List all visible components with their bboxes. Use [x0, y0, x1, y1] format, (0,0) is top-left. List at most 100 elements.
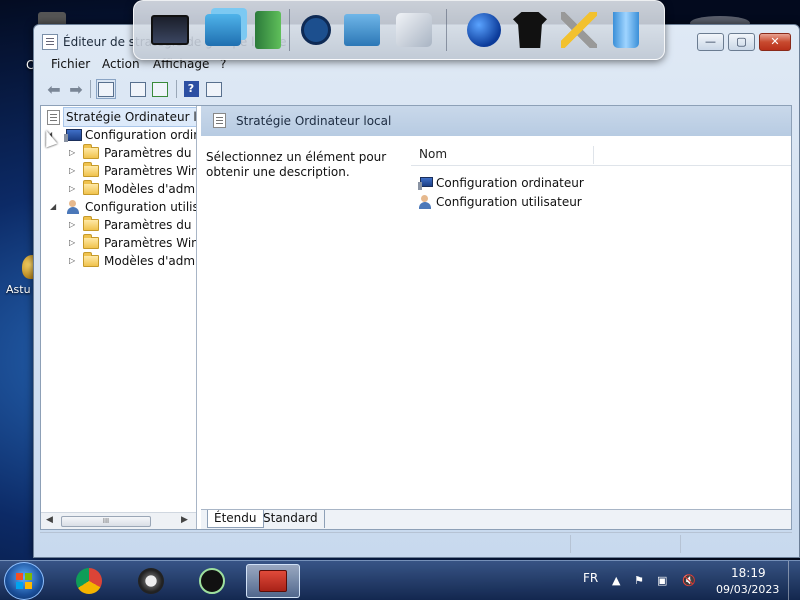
help-button[interactable]: ? — [181, 79, 201, 99]
tree-node-software-settings[interactable]: ▷ Paramètres du logiciel — [41, 144, 196, 162]
expand-icon[interactable]: ▷ — [69, 144, 79, 162]
media-player-icon — [199, 568, 225, 594]
tree-root-label: Stratégie Ordinateur local — [62, 107, 196, 127]
clock-date[interactable]: 09/03/2023 — [716, 583, 779, 596]
library-icon — [255, 11, 281, 49]
tree-root[interactable]: Stratégie Ordinateur local — [44, 107, 196, 127]
minimize-button[interactable]: — — [697, 33, 724, 51]
dock-computer[interactable] — [148, 7, 192, 53]
column-separator[interactable] — [593, 146, 594, 164]
help-icon: ? — [183, 81, 199, 97]
expand-icon[interactable]: ▷ — [69, 216, 79, 234]
tree-node-admin-templates[interactable]: ▷ Modèles d'administration — [41, 180, 196, 198]
expand-icon[interactable]: ▷ — [69, 234, 79, 252]
menu-fichier[interactable]: Fichier — [51, 57, 90, 71]
folder-icon — [83, 234, 99, 249]
close-button[interactable]: ✕ — [759, 33, 791, 51]
tree-node-label: Modèles d'administration — [104, 254, 197, 268]
items-list: Nom Configuration ordinateur Configurati… — [411, 136, 791, 506]
tree-node-admin-templates[interactable]: ▷ Modèles d'administration — [41, 252, 197, 270]
tree-node-label: Paramètres Windows — [104, 164, 197, 178]
tools-icon — [561, 12, 597, 48]
properties-icon — [130, 81, 146, 97]
list-header: Nom — [411, 144, 791, 166]
show-hide-tree-button[interactable] — [96, 79, 116, 99]
dock-media-player[interactable] — [294, 7, 338, 53]
tab-etendu[interactable]: Étendu — [207, 510, 264, 528]
tree-node-software-settings[interactable]: ▷ Paramètres du logiciel — [41, 216, 196, 234]
computer-icon — [64, 129, 82, 142]
language-indicator[interactable]: FR — [583, 571, 598, 585]
status-segment — [680, 535, 790, 553]
details-header: Stratégie Ordinateur local — [201, 106, 791, 136]
expand-icon[interactable]: ▷ — [69, 180, 79, 198]
tree-node-label: Paramètres du logiciel — [104, 218, 196, 232]
desktop-icon-label[interactable]: Astu — [6, 283, 31, 296]
dock-disk[interactable] — [392, 7, 436, 53]
folder-icon — [83, 252, 99, 267]
taskbar-camera[interactable] — [124, 564, 178, 598]
taskbar-policy-editor[interactable] — [246, 564, 300, 598]
dock-network[interactable] — [201, 7, 245, 53]
taskbar-chrome[interactable] — [62, 564, 116, 598]
folder-icon — [83, 180, 99, 195]
content-frame: Stratégie Ordinateur local ◢ Configurati… — [40, 105, 792, 530]
scroll-right-icon[interactable]: ▶ — [181, 515, 188, 525]
user-icon — [417, 195, 433, 209]
forward-button[interactable]: ➡ — [66, 79, 86, 99]
description-area: Sélectionnez un élément pour obtenir une… — [201, 136, 411, 506]
maximize-button[interactable]: ▢ — [728, 33, 755, 51]
dock-browser[interactable] — [462, 7, 506, 53]
collapse-icon[interactable]: ◢ — [50, 198, 60, 216]
taskbar-media-player[interactable] — [185, 564, 239, 598]
user-icon — [65, 200, 81, 214]
clock-time[interactable]: 18:19 — [731, 566, 766, 580]
tree-horizontal-scrollbar[interactable]: ◀ III ▶ — [41, 512, 196, 529]
media-player-icon — [301, 15, 331, 45]
tree-node-windows-settings[interactable]: ▷ Paramètres Windows — [41, 234, 196, 252]
taskbar: FR ▲ ⚑ ▣ 🔇 18:19 09/03/2023 — [0, 560, 800, 600]
globe-icon — [467, 13, 501, 47]
dock-pictures[interactable] — [340, 7, 384, 53]
tree-node-windows-settings[interactable]: ▷ Paramètres Windows — [41, 162, 197, 180]
expand-icon[interactable]: ▷ — [69, 162, 79, 180]
show-hidden-icons-icon[interactable]: ▲ — [612, 574, 620, 587]
column-header-name[interactable]: Nom — [419, 147, 447, 161]
console-tree: Stratégie Ordinateur local ◢ Configurati… — [41, 106, 197, 529]
arrow-left-icon: ⬅ — [47, 79, 61, 99]
volume-muted-icon[interactable]: 🔇 — [682, 574, 696, 587]
dock-library[interactable] — [246, 7, 290, 53]
folder-icon — [83, 162, 99, 177]
toolbar-separator — [90, 80, 91, 98]
dock-theme[interactable] — [508, 7, 552, 53]
expand-icon[interactable]: ▷ — [69, 252, 79, 270]
tab-standard[interactable]: Standard — [257, 510, 325, 528]
menu-action[interactable]: Action — [102, 57, 140, 71]
status-bar — [40, 532, 792, 554]
back-button[interactable]: ⬅ — [44, 79, 64, 99]
action-center-flag-icon[interactable]: ⚑ — [634, 574, 644, 587]
tree-node-label: Paramètres du logiciel — [104, 146, 196, 160]
properties-button[interactable] — [128, 79, 148, 99]
scroll-left-icon[interactable]: ◀ — [46, 515, 53, 525]
folder-icon — [83, 216, 99, 231]
arrow-right-icon: ➡ — [69, 79, 83, 99]
dock-tools[interactable] — [557, 7, 601, 53]
tree-node-computer-config[interactable]: ◢ Configuration ordinateur — [41, 126, 196, 144]
dock-recycle-bin[interactable] — [604, 7, 648, 53]
tree-node-user-config[interactable]: ◢ Configuration utilisateur — [41, 198, 196, 216]
dock-separator — [289, 9, 290, 51]
start-button[interactable] — [4, 562, 44, 600]
scrollbar-thumb[interactable]: III — [61, 516, 151, 527]
policy-icon — [213, 113, 226, 128]
export-icon — [152, 81, 168, 97]
network-icon[interactable]: ▣ — [657, 574, 667, 587]
tree-node-label: Configuration ordinateur — [85, 128, 196, 142]
show-desktop-button[interactable] — [788, 561, 800, 600]
chrome-icon — [76, 568, 102, 594]
details-header-title: Stratégie Ordinateur local — [236, 114, 392, 128]
export-list-button[interactable] — [150, 79, 170, 99]
view-tabs: Étendu Standard — [201, 509, 791, 529]
group-policy-editor-window: Éditeur de stratégie de groupe locale — … — [33, 24, 800, 558]
action-pane-button[interactable] — [204, 79, 224, 99]
